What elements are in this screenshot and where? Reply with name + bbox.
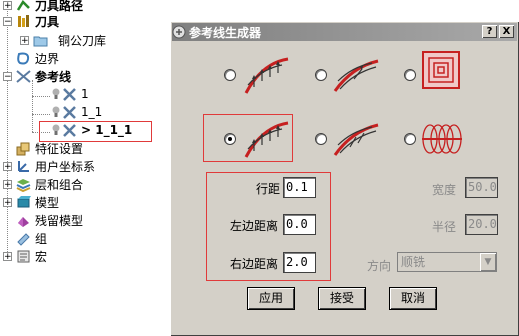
cancel-button[interactable]: 取消 xyxy=(390,288,436,309)
tree-label: 刀具 xyxy=(35,14,60,29)
parallel-curves-alt-option-icon xyxy=(333,123,379,156)
tree-item-user-coords[interactable]: + 用户坐标系 xyxy=(3,157,95,175)
reference-line-icon xyxy=(63,87,76,101)
tree-label: 残留模型 xyxy=(35,213,84,228)
boundary-offset-option-icon xyxy=(422,51,460,89)
tree-item-refline-1-1[interactable]: 1_1 xyxy=(52,103,102,121)
direction-label: 方向 xyxy=(367,259,392,273)
option-radio-1[interactable] xyxy=(224,69,236,81)
option-radio-2[interactable] xyxy=(315,69,327,81)
boundary-icon xyxy=(17,52,30,64)
macro-icon xyxy=(17,250,30,262)
stock-model-icon xyxy=(18,216,29,227)
folder-icon xyxy=(33,36,48,46)
option-radio-5[interactable] xyxy=(315,133,327,145)
apply-button[interactable]: 应用 xyxy=(248,288,294,309)
accept-button[interactable]: 接受 xyxy=(319,288,365,309)
coordinate-system-icon xyxy=(18,160,29,172)
radius-input: 20.0 xyxy=(465,214,498,235)
explorer-tree: + 刀具路径 − 刀具 + 铜公刀库 边界 − 参考线 1 1_1 > 1_1_… xyxy=(0,0,170,336)
tree-connector xyxy=(32,114,50,115)
width-input: 50.0 xyxy=(465,177,498,198)
model-icon xyxy=(17,195,31,207)
expand-icon[interactable]: + xyxy=(3,251,12,261)
dialog-titlebar[interactable]: 参考线生成器 ? X xyxy=(172,23,517,41)
tree-label: 组 xyxy=(35,231,48,246)
expand-icon[interactable]: + xyxy=(3,161,12,171)
left-margin-label: 左边距离 xyxy=(230,219,279,233)
row-spacing-label: 行距 xyxy=(256,182,281,196)
tree-item-models[interactable]: + 模型 xyxy=(3,193,59,211)
radio-selected-dot xyxy=(228,137,232,141)
right-margin-label: 右边距离 xyxy=(230,257,279,271)
collapse-icon[interactable]: − xyxy=(3,16,12,26)
tree-item-boundary[interactable]: 边界 xyxy=(16,49,59,67)
tree-item-tools[interactable]: − 刀具 xyxy=(3,12,59,30)
reference-line-generator-dialog: 参考线生成器 ? X 行距 0.1 左边距离 0.0 右边距离 2.0 宽度 5… xyxy=(170,21,519,336)
tree-item-reference-lines[interactable]: − 参考线 xyxy=(3,67,71,85)
lightbulb-icon[interactable] xyxy=(52,88,60,100)
tree-label: 宏 xyxy=(35,249,48,264)
expand-icon[interactable]: + xyxy=(3,179,12,189)
tree-label: 特征设置 xyxy=(35,141,84,156)
chevron-down-icon: ▼ xyxy=(480,253,496,271)
expand-icon[interactable]: + xyxy=(3,197,12,207)
left-margin-input[interactable]: 0.0 xyxy=(283,214,316,235)
option-radio-6[interactable] xyxy=(404,133,416,145)
tree-label: 模型 xyxy=(35,195,60,210)
offset-curves-option-icon xyxy=(244,57,289,94)
tree-label: 用户坐标系 xyxy=(35,159,96,174)
row-spacing-input[interactable]: 0.1 xyxy=(283,177,316,198)
direction-select: 顺铣 ▼ xyxy=(397,252,497,272)
lightbulb-icon[interactable] xyxy=(52,106,60,118)
toolpath-icon xyxy=(16,0,30,11)
direction-select-value: 顺铣 xyxy=(401,255,426,269)
close-button[interactable]: X xyxy=(499,25,514,38)
tree-item-features[interactable]: 特征设置 xyxy=(16,139,83,157)
width-label: 宽度 xyxy=(432,183,457,197)
tree-item-layers[interactable]: + 层和组合 xyxy=(3,175,83,193)
collapse-icon[interactable]: − xyxy=(3,71,12,81)
tree-label: 边界 xyxy=(35,51,60,66)
tree-connector xyxy=(32,96,50,97)
right-margin-input[interactable]: 2.0 xyxy=(283,252,316,273)
tree-label: 1 xyxy=(81,87,89,101)
layers-icon xyxy=(16,178,31,192)
reference-line-icon xyxy=(63,105,76,119)
tool-icon xyxy=(18,14,29,27)
feature-set-icon xyxy=(16,142,30,155)
radius-label: 半径 xyxy=(432,220,457,234)
tree-label: 铜公刀库 xyxy=(58,33,107,48)
tree-label: 参考线 xyxy=(35,69,72,84)
expand-icon[interactable]: + xyxy=(20,35,29,45)
tree-item-groups[interactable]: 组 xyxy=(16,229,47,247)
tree-item-macros[interactable]: + 宏 xyxy=(3,247,47,265)
offset-curves-both-option-icon xyxy=(244,121,289,158)
tree-connector xyxy=(32,80,33,132)
option-radio-3[interactable] xyxy=(404,69,416,81)
reference-line-icon xyxy=(16,69,31,83)
helical-option-icon xyxy=(422,124,462,154)
dialog-app-icon xyxy=(172,25,186,39)
tree-connector xyxy=(7,8,8,260)
help-button[interactable]: ? xyxy=(482,25,497,38)
tree-label: 层和组合 xyxy=(35,177,84,192)
dialog-title: 参考线生成器 xyxy=(189,25,262,40)
tree-item-tool-library[interactable]: + 铜公刀库 xyxy=(20,31,106,49)
tree-item-refline-1[interactable]: 1 xyxy=(52,85,89,103)
option-radio-4[interactable] xyxy=(224,133,236,145)
expand-icon[interactable]: + xyxy=(3,0,12,10)
parallel-curves-option-icon xyxy=(333,59,379,92)
group-icon xyxy=(17,232,30,246)
tree-label: 1_1 xyxy=(81,105,103,119)
tree-item-stock-models[interactable]: 残留模型 xyxy=(16,211,83,229)
